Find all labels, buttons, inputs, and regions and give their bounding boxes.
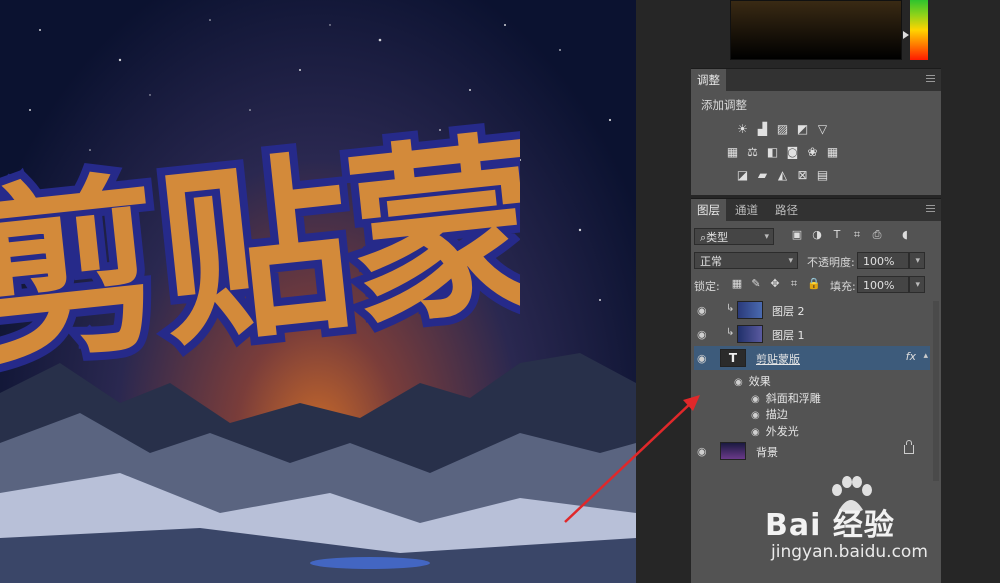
- chevron-up-icon[interactable]: ▴: [923, 351, 928, 361]
- fill-label: 填充:: [830, 280, 856, 293]
- posterize-icon[interactable]: ▰: [755, 169, 770, 182]
- adjustments-panel-header: 调整: [691, 68, 941, 91]
- tab-adjustments[interactable]: 调整: [691, 69, 726, 91]
- selective-color-icon[interactable]: ⊠: [795, 169, 810, 182]
- eye-icon[interactable]: ◉: [751, 427, 760, 438]
- chevron-down-icon: ▾: [788, 256, 793, 266]
- brightness-icon[interactable]: ☀: [735, 123, 750, 136]
- opacity-dropdown[interactable]: ▾: [909, 252, 925, 269]
- adjustment-filter-icon[interactable]: ◑: [811, 229, 823, 241]
- vibrance-icon[interactable]: ▽: [815, 123, 830, 136]
- layer-row-selected[interactable]: ◉ T 剪贴蒙版 fx ▴: [694, 346, 930, 370]
- effects-row[interactable]: ◉ 效果: [734, 373, 771, 389]
- layer-row[interactable]: ◉ ↳ 图层 1: [694, 322, 930, 346]
- clipping-arrow-icon: ↳: [726, 327, 735, 338]
- layer-name: 图层 1: [772, 329, 805, 342]
- clipping-mask-text: 剪贴蒙版: [0, 90, 520, 401]
- hue-slider[interactable]: [910, 0, 928, 60]
- watermark-url: jingyan.baidu.com: [771, 542, 928, 562]
- filter-toggle-icon[interactable]: ◖: [899, 229, 911, 241]
- opacity-field[interactable]: 100%: [857, 252, 909, 269]
- layers-scrollbar[interactable]: [933, 301, 939, 481]
- fill-field[interactable]: 100%: [857, 276, 909, 293]
- baidu-watermark: Bai 经验 jingyan.baidu.com: [765, 476, 995, 580]
- smart-object-filter-icon[interactable]: ⎙: [871, 229, 883, 241]
- svg-text:剪贴蒙版: 剪贴蒙版: [0, 93, 520, 392]
- layer-name: 剪贴蒙版: [756, 353, 800, 366]
- black-white-icon[interactable]: ◧: [765, 146, 780, 159]
- layer-thumbnail: [720, 442, 746, 460]
- eye-icon[interactable]: ◉: [751, 394, 760, 405]
- clipping-arrow-icon: ↳: [726, 303, 735, 314]
- layer-name: 背景: [756, 446, 778, 459]
- hue-slider-handle[interactable]: [903, 31, 909, 39]
- lock-position-icon[interactable]: ✥: [769, 278, 781, 290]
- layer-kind-filter[interactable]: ⌕类型 ▾: [694, 228, 774, 245]
- effect-row[interactable]: ◉ 斜面和浮雕: [751, 390, 821, 406]
- panel-menu-icon[interactable]: [926, 75, 935, 82]
- gradient-map-icon[interactable]: ▤: [815, 169, 830, 182]
- tab-paths[interactable]: 路径: [769, 199, 804, 221]
- curves-icon[interactable]: ▨: [775, 123, 790, 136]
- eye-icon[interactable]: ◉: [734, 377, 743, 388]
- document-canvas[interactable]: 剪贴蒙版: [0, 0, 636, 583]
- lock-all-icon[interactable]: 🔒: [807, 278, 821, 290]
- layers-panel-header: 图层 通道 路径: [691, 198, 941, 221]
- watermark-brand: Bai 经验: [765, 508, 895, 543]
- chevron-down-icon: ▾: [915, 280, 920, 290]
- shape-filter-icon[interactable]: ⌗: [851, 229, 863, 241]
- threshold-icon[interactable]: ◭: [775, 169, 790, 182]
- opacity-label: 不透明度:: [807, 256, 855, 269]
- exposure-icon[interactable]: ◩: [795, 123, 810, 136]
- pixel-filter-icon[interactable]: ▣: [791, 229, 803, 241]
- channel-mixer-icon[interactable]: ❀: [805, 146, 820, 159]
- effect-row[interactable]: ◉ 描边: [751, 406, 788, 422]
- color-lookup-icon[interactable]: ▦: [825, 146, 840, 159]
- add-adjustment-label: 添加调整: [701, 98, 747, 112]
- color-picker-field[interactable]: [730, 0, 902, 60]
- tab-layers[interactable]: 图层: [691, 199, 726, 221]
- chevron-down-icon: ▾: [764, 232, 769, 242]
- panel-menu-icon[interactable]: [926, 205, 935, 212]
- invert-icon[interactable]: ◪: [735, 169, 750, 182]
- layer-filter-row: ⌕类型 ▾ ▣ ◑ T ⌗ ⎙ ◖: [694, 227, 938, 247]
- fill-dropdown[interactable]: ▾: [909, 276, 925, 293]
- text-layer-thumbnail-icon: T: [720, 349, 746, 367]
- hue-saturation-icon[interactable]: ▦: [725, 146, 740, 159]
- layer-row[interactable]: ◉ 背景: [694, 439, 930, 463]
- lock-pixels-icon[interactable]: ✎: [750, 278, 762, 290]
- lock-artboard-icon[interactable]: ⌗: [788, 278, 800, 290]
- tab-channels[interactable]: 通道: [729, 199, 764, 221]
- layer-name: 图层 2: [772, 305, 805, 318]
- adjustments-panel: 添加调整 ☀ ▟ ▨ ◩ ▽ ▦ ⚖ ◧ ◙ ❀ ▦ ◪ ▰ ◭ ⊠ ▤: [691, 91, 941, 195]
- layer-thumbnail: [737, 325, 763, 343]
- lock-label: 锁定:: [694, 280, 720, 293]
- type-filter-icon[interactable]: T: [831, 229, 843, 241]
- eye-icon[interactable]: ◉: [697, 352, 707, 365]
- photo-filter-icon[interactable]: ◙: [785, 146, 800, 159]
- lock-icon: [904, 440, 914, 454]
- fx-badge[interactable]: fx: [906, 350, 916, 363]
- levels-icon[interactable]: ▟: [755, 123, 770, 136]
- layer-row[interactable]: ◉ ↳ 图层 2: [694, 298, 930, 322]
- chevron-down-icon: ▾: [915, 256, 920, 266]
- color-balance-icon[interactable]: ⚖: [745, 146, 760, 159]
- eye-icon[interactable]: ◉: [751, 410, 760, 421]
- layer-thumbnail: [737, 301, 763, 319]
- eye-icon[interactable]: ◉: [697, 445, 707, 458]
- blend-mode-select[interactable]: 正常 ▾: [694, 252, 798, 269]
- eye-icon[interactable]: ◉: [697, 304, 707, 317]
- effect-row[interactable]: ◉ 外发光: [751, 423, 799, 439]
- lock-transparent-icon[interactable]: ▦: [731, 278, 743, 290]
- eye-icon[interactable]: ◉: [697, 328, 707, 341]
